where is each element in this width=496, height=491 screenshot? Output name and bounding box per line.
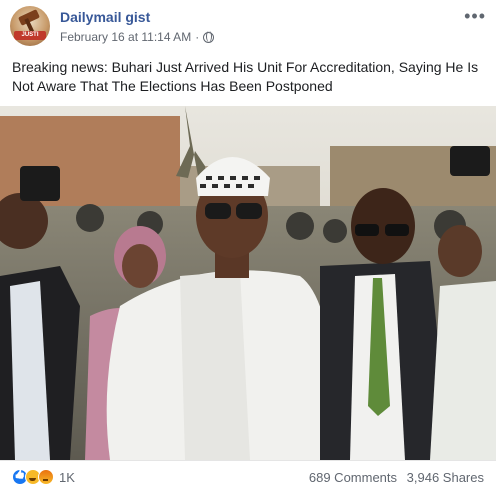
- post-footer: 1K 689 Comments 3,946 Shares: [0, 460, 496, 491]
- post-meta: February 16 at 11:14 AM ·: [60, 30, 215, 44]
- facebook-post: JUSTI Dailymail gist February 16 at 11:1…: [0, 0, 496, 491]
- globe-icon[interactable]: [203, 31, 215, 43]
- more-options-button[interactable]: •••: [464, 6, 486, 27]
- angry-icon: [38, 469, 54, 485]
- meta-separator: ·: [195, 30, 200, 44]
- photo-illustration: [0, 106, 496, 460]
- page-avatar[interactable]: JUSTI: [10, 6, 50, 46]
- reactions-summary[interactable]: 1K: [12, 469, 75, 485]
- shares-link[interactable]: 3,946 Shares: [407, 470, 484, 485]
- comments-link[interactable]: 689 Comments: [309, 470, 397, 485]
- post-header: JUSTI Dailymail gist February 16 at 11:1…: [0, 0, 496, 52]
- avatar-text: JUSTI: [14, 31, 46, 40]
- post-caption: Breaking news: Buhari Just Arrived His U…: [12, 59, 479, 94]
- page-name-link[interactable]: Dailymail gist: [60, 9, 150, 25]
- post-stats: 689 Comments 3,946 Shares: [309, 470, 484, 485]
- post-photo[interactable]: [0, 106, 496, 460]
- timestamp-link[interactable]: February 16 at 11:14 AM: [60, 30, 191, 44]
- reaction-count: 1K: [59, 469, 75, 485]
